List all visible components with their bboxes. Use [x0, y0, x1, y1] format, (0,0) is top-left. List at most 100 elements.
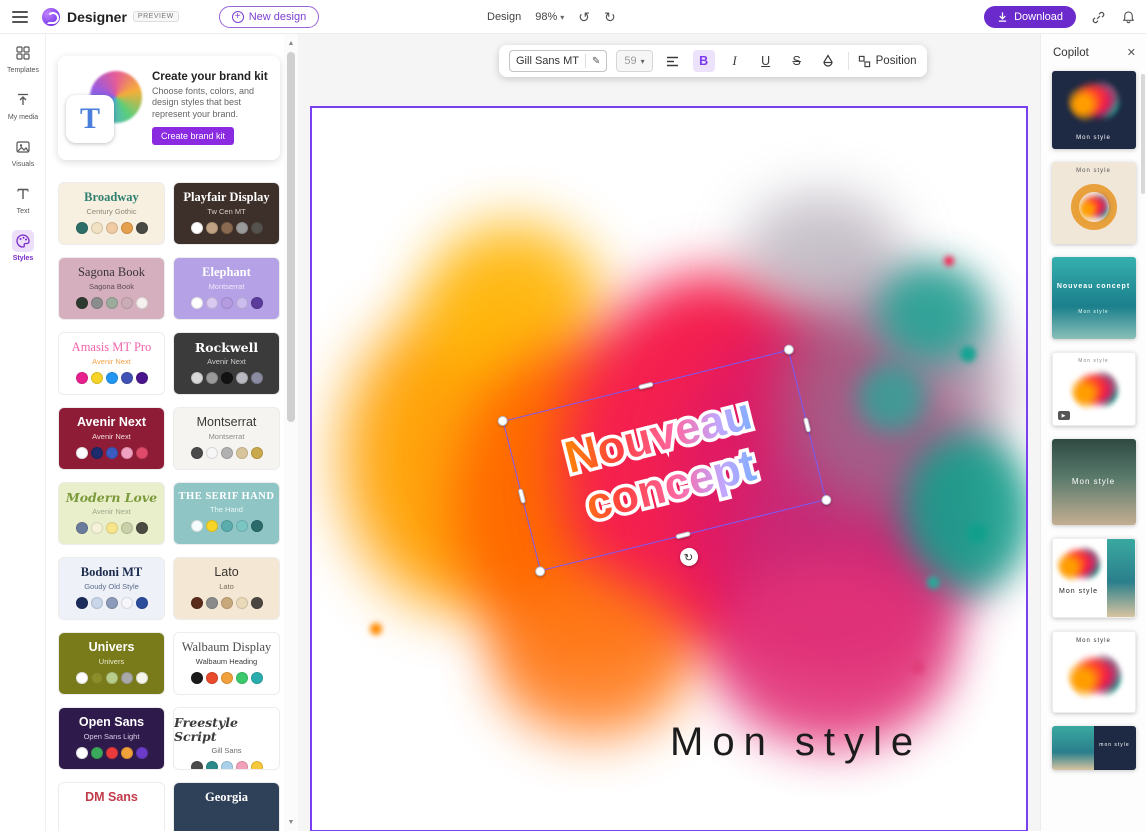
style-card[interactable]: Avenir Next Avenir Next: [58, 407, 165, 470]
style-card[interactable]: Broadway Century Gothic: [58, 182, 165, 245]
color-swatch: [250, 596, 263, 609]
color-swatch: [190, 596, 203, 609]
position-icon: [858, 55, 870, 67]
notifications-bell-icon[interactable]: [1120, 9, 1136, 25]
bold-button[interactable]: B: [692, 50, 715, 72]
style-card-title: Montserrat: [196, 415, 257, 429]
design-suggestion-thumbnail[interactable]: Nouveau concept Mon style: [1051, 257, 1136, 339]
download-button[interactable]: Download: [984, 6, 1076, 28]
style-card[interactable]: Elephant Montserrat: [173, 257, 280, 320]
scroll-down-arrow[interactable]: ▼: [284, 815, 298, 829]
new-design-button[interactable]: + New design: [218, 5, 320, 28]
design-suggestion-thumbnail[interactable]: Mon style: [1051, 439, 1136, 525]
style-card[interactable]: Bodoni MT Goudy Old Style: [58, 557, 165, 620]
style-card[interactable]: DM Sans: [58, 782, 165, 831]
create-brand-kit-button[interactable]: Create brand kit: [152, 126, 235, 145]
color-swatch: [75, 446, 88, 459]
image-icon: [12, 136, 34, 158]
canvas-stage: Gill Sans MT ✎ 59 ▾ B I U S Position Nou…: [298, 34, 1040, 831]
style-card[interactable]: Playfair Display Tw Cen MT: [173, 182, 280, 245]
style-card-title: Sagona Book: [77, 265, 145, 279]
color-swatch: [220, 760, 233, 769]
style-card[interactable]: Modern Love Avenir Next: [58, 482, 165, 545]
sidebar-item-my-media[interactable]: My media: [0, 81, 46, 128]
style-card[interactable]: Amasis MT Pro Avenir Next: [58, 332, 165, 395]
style-card[interactable]: Sagona Book Sagona Book: [58, 257, 165, 320]
design-suggestion-thumbnail[interactable]: Mon style ▶: [1051, 352, 1136, 426]
style-card-title: Avenir Next: [76, 415, 146, 429]
color-swatch: [205, 371, 218, 384]
color-swatch: [235, 221, 248, 234]
zoom-control[interactable]: 98% ▾: [535, 11, 564, 23]
scrollbar-thumb[interactable]: [287, 52, 295, 422]
style-card[interactable]: Freestyle Script Gill Sans: [173, 707, 280, 770]
design-suggestion-thumbnail[interactable]: Mon style: [1051, 71, 1136, 149]
style-card-swatches: [75, 671, 148, 684]
thumbnail-label: Nouveau concept: [1056, 283, 1131, 290]
font-name: Gill Sans MT: [516, 55, 579, 67]
color-swatch: [75, 221, 88, 234]
position-button[interactable]: Position: [858, 55, 917, 68]
styles-panel-scrollbar[interactable]: ▲ ▼: [284, 34, 298, 831]
italic-button[interactable]: I: [724, 50, 746, 72]
powder-thumb-art: [1067, 652, 1122, 700]
rail-label: My media: [7, 114, 39, 121]
redo-button[interactable]: ↻: [604, 9, 616, 26]
copilot-suggestions-list: Mon style Mon style Nouveau concept Mon …: [1041, 67, 1146, 770]
color-swatch: [105, 671, 118, 684]
color-swatch: [190, 446, 203, 459]
style-card[interactable]: THE SERIF HAND The Hand: [173, 482, 280, 545]
style-card[interactable]: Rockwell Avenir Next: [173, 332, 280, 395]
text-color-button[interactable]: [817, 50, 839, 72]
scroll-up-arrow[interactable]: ▲: [284, 36, 298, 50]
style-card[interactable]: Open Sans Open Sans Light: [58, 707, 165, 770]
thumbnail-label: mon style: [1099, 742, 1130, 748]
style-card-title: Freestyle Script: [174, 715, 238, 744]
selected-text[interactable]: Nouveau concept: [560, 388, 769, 533]
sidebar-item-templates[interactable]: Templates: [0, 34, 46, 81]
strikethrough-button[interactable]: S: [786, 50, 808, 72]
download-label: Download: [1014, 11, 1063, 23]
font-family-selector[interactable]: Gill Sans MT ✎: [509, 50, 608, 72]
caption-text[interactable]: Mon style: [670, 720, 922, 765]
style-card[interactable]: Lato Lato: [173, 557, 280, 620]
color-swatch: [190, 671, 203, 684]
font-size-selector[interactable]: 59 ▾: [616, 50, 653, 72]
color-swatch: [220, 596, 233, 609]
style-card[interactable]: Walbaum Display Walbaum Heading: [173, 632, 280, 695]
color-swatch: [250, 296, 263, 309]
top-bar: Designer PREVIEW + New design Design 98%…: [0, 0, 1146, 34]
share-link-icon[interactable]: [1090, 9, 1106, 25]
style-card[interactable]: Georgia: [173, 782, 280, 831]
color-swatch: [120, 221, 133, 234]
style-card-title: Modern Love: [65, 490, 158, 505]
design-artboard[interactable]: Nouveau concept Nouveau concept ↻ Mon st…: [310, 106, 1028, 831]
chevron-down-icon: ▾: [560, 12, 565, 22]
designer-logo-icon[interactable]: [42, 7, 60, 26]
style-card-title: DM Sans: [85, 790, 138, 804]
underline-button[interactable]: U: [755, 50, 777, 72]
beach-half-art: [1051, 726, 1094, 770]
style-card-subtitle: Sagona Book: [88, 281, 135, 291]
undo-button[interactable]: ↺: [578, 9, 590, 26]
design-suggestion-thumbnail[interactable]: Mon style: [1051, 538, 1136, 618]
style-card[interactable]: Montserrat Montserrat: [173, 407, 280, 470]
design-suggestion-thumbnail[interactable]: Mon style: [1051, 631, 1136, 713]
style-card-swatches: [75, 746, 148, 759]
color-swatch: [120, 746, 133, 759]
style-card-subtitle: Avenir Next: [92, 356, 131, 366]
close-icon[interactable]: ✕: [1127, 46, 1136, 59]
align-icon: [667, 56, 679, 66]
sidebar-item-visuals[interactable]: Visuals: [0, 128, 46, 175]
hamburger-menu-icon[interactable]: [12, 10, 28, 23]
design-menu[interactable]: Design: [487, 11, 521, 23]
align-button[interactable]: [662, 50, 684, 72]
copilot-scrollbar[interactable]: [1141, 74, 1145, 194]
design-suggestion-thumbnail[interactable]: mon style: [1051, 726, 1136, 770]
thumbnail-label: Mon style: [1076, 168, 1111, 174]
sidebar-item-text[interactable]: Text: [0, 175, 46, 222]
sidebar-item-styles[interactable]: Styles: [0, 222, 46, 269]
design-suggestion-thumbnail[interactable]: Mon style: [1051, 162, 1136, 244]
style-card[interactable]: Univers Univers: [58, 632, 165, 695]
color-swatch: [135, 596, 148, 609]
